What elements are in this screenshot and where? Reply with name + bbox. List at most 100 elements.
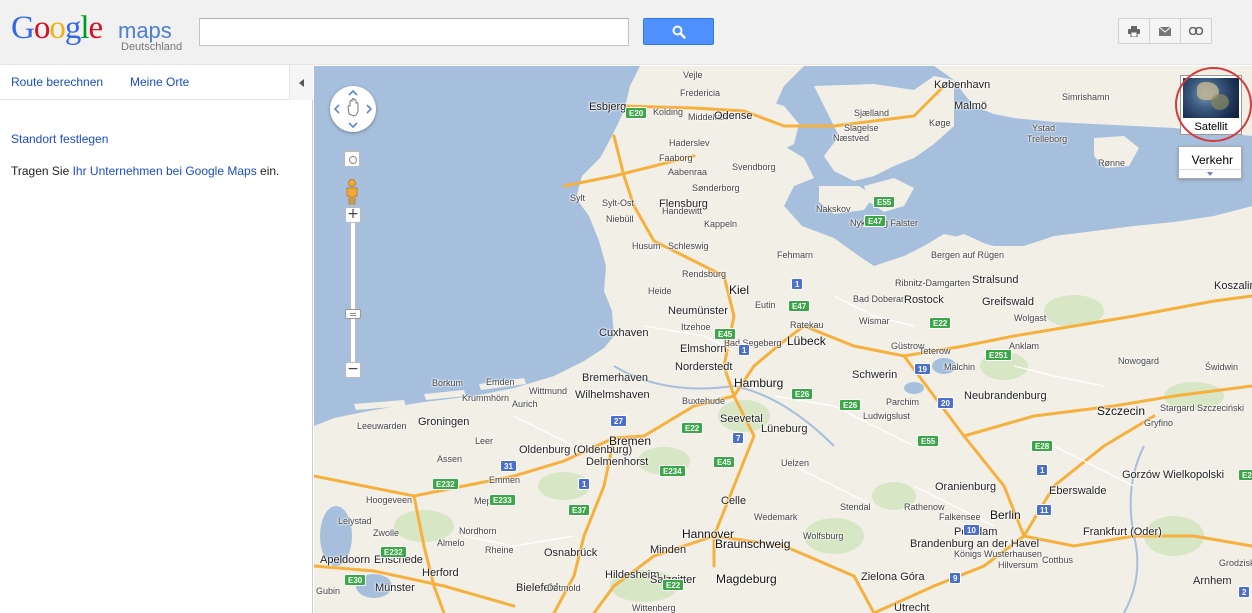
place-label: Rostock — [904, 294, 944, 306]
place-label: Norderstedt — [675, 361, 733, 373]
place-label: Braunschweig — [715, 537, 791, 551]
place-label: Vejle — [683, 70, 703, 80]
search-input[interactable] — [199, 18, 629, 46]
european-route-shield: E22 — [681, 422, 704, 434]
place-label: Elmshorn — [680, 343, 727, 355]
place-label: Cottbus — [1042, 555, 1074, 565]
place-label: Malmö — [954, 100, 988, 112]
place-label: Svendborg — [732, 162, 776, 172]
place-label: Stendal — [840, 502, 871, 512]
zoom-out-button[interactable]: − — [345, 362, 361, 378]
place-label: Kappeln — [704, 219, 738, 229]
place-label: Itzehoe — [681, 322, 711, 332]
map-canvas[interactable]: Vejle Fredericia København Malmö Esbjerg Kold… — [314, 66, 1252, 613]
place-label: Oranienburg — [935, 481, 997, 493]
place-label: Wilhelmshaven — [575, 389, 650, 401]
place-label: Sønderborg — [692, 183, 740, 193]
european-route-shield: E232 — [432, 478, 459, 490]
traffic-toggle[interactable]: Verkehr — [1178, 146, 1242, 179]
place-label: Buxtehude — [682, 396, 726, 406]
reset-view-button[interactable] — [344, 151, 360, 167]
route-link[interactable]: Route berechnen — [11, 75, 103, 89]
place-label: Minden — [650, 544, 687, 556]
place-label: Emmen — [489, 475, 521, 485]
zoom-slider-track[interactable] — [350, 223, 356, 363]
place-label: Wolgast — [1014, 313, 1047, 323]
european-route-shield: E28 — [1238, 469, 1252, 481]
place-label: Kolding — [653, 107, 684, 117]
autobahn-shield: 1 — [738, 344, 751, 356]
european-route-shield: E26 — [791, 388, 814, 400]
place-label: Fehmarn — [777, 250, 814, 260]
place-label: Uelzen — [781, 458, 810, 468]
place-label: Wittmund — [529, 386, 568, 396]
place-label: Husum — [632, 241, 661, 251]
autobahn-shield: 1 — [1036, 464, 1049, 476]
place-label: Parchim — [886, 397, 920, 407]
place-label: Berlin — [990, 508, 1021, 522]
place-label: Schleswig — [668, 241, 709, 251]
place-label: Wismar — [859, 316, 890, 326]
autobahn-shield: 2 — [1238, 586, 1251, 598]
place-label: Fredericia — [680, 88, 721, 98]
satellite-thumbnail — [1183, 78, 1239, 118]
place-label: Groningen — [418, 416, 470, 428]
search-button[interactable] — [643, 18, 714, 45]
place-label: Sylt-Ost — [602, 198, 635, 208]
place-label: Oldenburg (Oldenburg) — [519, 444, 633, 456]
place-label: Aabenraa — [668, 167, 708, 177]
link-button[interactable] — [1180, 18, 1212, 44]
place-label: Nowogard — [1118, 356, 1160, 366]
business-link[interactable]: Ihr Unternehmen bei Google Maps — [73, 164, 257, 178]
european-route-shield: E22 — [662, 579, 685, 591]
set-location-link[interactable]: Standort festlegen — [11, 132, 108, 146]
european-route-shield: E47 — [864, 215, 887, 227]
place-label: Schwerin — [852, 369, 898, 381]
european-route-shield: E233 — [489, 494, 516, 506]
place-label: Trelleborg — [1027, 134, 1068, 144]
place-label: Celle — [721, 495, 747, 507]
place-label: Simrishamn — [1062, 92, 1110, 102]
place-label: Wedemark — [754, 512, 798, 522]
autobahn-shield: 10 — [963, 524, 980, 536]
place-label: Greifswald — [982, 296, 1034, 308]
email-button[interactable] — [1149, 18, 1181, 44]
print-button[interactable] — [1118, 18, 1150, 44]
autobahn-shield: 11 — [1036, 504, 1053, 516]
collapse-sidebar-button[interactable] — [289, 65, 313, 100]
autobahn-shield: 31 — [500, 460, 517, 472]
place-label: Stralsund — [972, 274, 1019, 286]
place-label: Sylt — [570, 193, 586, 203]
zoom-in-button[interactable]: + — [345, 207, 361, 223]
email-icon — [1159, 26, 1171, 36]
place-label: Ystad — [1032, 123, 1056, 133]
zoom-slider-thumb[interactable] — [345, 309, 361, 319]
place-label: Gorzów Wielkopolski — [1122, 469, 1225, 481]
place-label: Niebüll — [606, 214, 634, 224]
place-label: Lübeck — [787, 334, 826, 348]
logo-google-wordmark: Google — [11, 10, 103, 46]
place-label: Gubin — [316, 586, 341, 596]
place-label: Herford — [422, 567, 459, 579]
place-label: Aurich — [512, 399, 538, 409]
place-label: Haderslev — [669, 138, 710, 148]
place-label: Gryfino — [1144, 418, 1174, 428]
pan-control[interactable] — [330, 86, 376, 132]
place-label: Rheine — [485, 545, 514, 555]
place-label: Falkensee — [939, 512, 981, 522]
place-label: Ratekau — [790, 320, 824, 330]
logo-region-text: Deutschland — [121, 41, 183, 53]
traffic-divider — [1179, 169, 1241, 170]
place-label: Hamburg — [734, 376, 784, 390]
autobahn-shield: 19 — [914, 363, 931, 375]
autobahn-shield: 27 — [610, 415, 627, 427]
sidebar-tabs: Route berechnen Meine Orte — [0, 65, 313, 100]
place-label: Zwolle — [373, 528, 400, 538]
satellite-toggle[interactable]: Satellit — [1180, 75, 1242, 135]
pegman-icon[interactable] — [344, 179, 360, 205]
place-label: Hoogeveen — [366, 495, 413, 505]
place-label: Lüneburg — [761, 423, 808, 435]
place-label: Ludwigslust — [863, 411, 911, 421]
my-places-link[interactable]: Meine Orte — [130, 75, 189, 89]
link-icon — [1189, 27, 1203, 35]
